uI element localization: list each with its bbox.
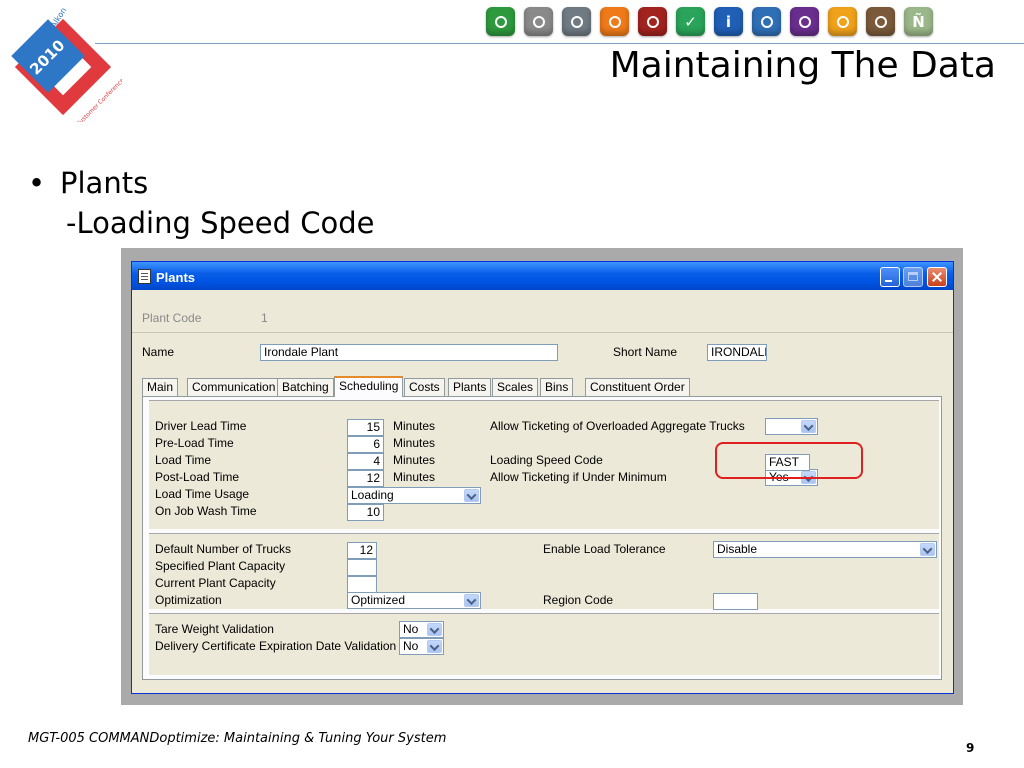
enable-load-tolerance-select[interactable]: Disable [713,541,937,558]
tare-weight-validation-label: Tare Weight Validation [155,622,274,636]
info-icon[interactable]: i [714,7,743,36]
header-rule [95,43,1024,44]
load-time-usage-value: Loading [351,488,394,502]
on-job-wash-time-label: On Job Wash Time [155,504,257,518]
region-code-label: Region Code [543,593,614,607]
window-title: Plants [156,270,196,285]
dispatch-icon[interactable] [752,7,781,36]
optimization-label: Optimization [155,593,222,607]
specified-capacity-field[interactable] [347,559,377,576]
tab-main[interactable]: Main [142,378,179,396]
load-minutes-label: Minutes [393,453,436,467]
globe-icon[interactable] [562,7,591,36]
tab-batching[interactable]: Batching [277,378,334,396]
chevron-down-icon[interactable] [464,489,479,502]
loading-speed-code-label: Loading Speed Code [490,453,603,467]
default-trucks-label: Default Number of Trucks [155,542,292,556]
post-load-time-label: Post-Load Time [155,470,240,484]
tab-plants[interactable]: Plants [448,378,492,396]
name-label: Name [142,345,175,359]
tab-communication[interactable]: Communication [187,378,281,396]
window-document-icon [138,269,151,284]
enable-load-tolerance-value: Disable [717,542,758,556]
scheduling-panel: Driver Lead Time Pre-Load Time Load Time… [142,396,942,680]
gears-icon[interactable] [638,7,667,36]
plant-code-value: 1 [261,311,268,325]
load-time-usage-label: Load Time Usage [155,487,250,501]
load-time-field[interactable]: 4 [347,453,384,470]
certificate-validation-label: Delivery Certificate Expiration Date Val… [155,639,397,653]
current-capacity-field[interactable] [347,576,377,593]
certificate-validation-value: No [403,639,419,653]
plant-code-label: Plant Code [142,311,202,325]
n-icon[interactable]: Ñ [904,7,933,36]
check-icon[interactable]: ✓ [676,7,705,36]
region-code-field[interactable] [713,593,758,610]
window-titlebar[interactable]: Plants [132,262,953,290]
close-button[interactable] [927,267,947,287]
short-name-label: Short Name [613,345,678,359]
chevron-down-icon[interactable] [427,640,442,653]
sub-bullet-text: -Loading Speed Code [66,206,375,240]
loading-speed-code-field[interactable]: FAST [765,454,810,471]
tare-weight-validation-value: No [403,622,419,636]
tab-bins[interactable]: Bins [540,378,574,396]
pre-load-minutes-label: Minutes [393,436,436,450]
chevron-down-icon[interactable] [427,623,442,636]
slide-title: Maintaining The Data [609,45,996,86]
grid-icon[interactable] [790,7,819,36]
optimization-value: Optimized [351,593,406,607]
document-icon[interactable] [828,7,857,36]
pre-load-time-field[interactable]: 6 [347,436,384,453]
conference-logo: 2010 Command Alkon Customer Conference [4,4,126,128]
flask-icon[interactable] [486,7,515,36]
pre-load-time-label: Pre-Load Time [155,436,234,450]
certificate-validation-select[interactable]: No [399,638,444,655]
bullet-dot: • [28,166,46,200]
tab-scales[interactable]: Scales [492,378,539,396]
allow-overloaded-label: Allow Ticketing of Overloaded Aggregate … [490,419,745,433]
chevron-down-icon[interactable] [464,594,479,607]
on-job-wash-time-field[interactable]: 10 [347,504,384,521]
driver-lead-minutes-label: Minutes [393,419,436,433]
app-icon-bar: ✓ i Ñ [486,7,933,36]
load-time-usage-select[interactable]: Loading [347,487,481,504]
bullet-item: • Plants [28,163,374,203]
validation-group: Tare Weight Validation Delivery Certific… [149,613,939,675]
plants-screenshot: Plants Plant Code 1 Name Irondale Plant … [121,248,963,705]
footer-text: MGT-005 COMMANDoptimize: Maintaining & T… [28,731,447,746]
current-capacity-label: Current Plant Capacity [155,576,276,590]
tab-scheduling[interactable]: Scheduling [334,376,404,397]
tab-costs[interactable]: Costs [404,378,445,396]
specified-capacity-label: Specified Plant Capacity [155,559,286,573]
driver-lead-time-field[interactable]: 15 [347,419,384,436]
bullet-list: • Plants -Loading Speed Code [28,163,374,243]
road-icon[interactable] [524,7,553,36]
chevron-down-icon[interactable] [801,420,816,433]
enable-load-tolerance-label: Enable Load Tolerance [543,542,666,556]
allow-overloaded-select[interactable] [765,418,818,435]
gift-icon[interactable] [600,7,629,36]
post-load-time-field[interactable]: 12 [347,470,384,487]
truck-icon[interactable] [866,7,895,36]
header-divider [132,332,953,333]
allow-under-minimum-label: Allow Ticketing if Under Minimum [490,470,667,484]
bullet-text: Plants [60,166,149,200]
post-load-minutes-label: Minutes [393,470,436,484]
short-name-field[interactable]: IRONDALE [707,344,767,361]
driver-lead-time-label: Driver Lead Time [155,419,247,433]
maximize-button[interactable] [903,267,923,287]
tab-constituent-order[interactable]: Constituent Order [585,378,690,396]
load-time-label: Load Time [155,453,212,467]
chevron-down-icon[interactable] [920,543,935,556]
name-field[interactable]: Irondale Plant [260,344,558,361]
tare-weight-validation-select[interactable]: No [399,621,444,638]
minimize-button[interactable] [880,267,900,287]
capacity-group: Default Number of Trucks Specified Plant… [149,533,939,610]
page-number: 9 [966,741,975,755]
optimization-select[interactable]: Optimized [347,592,481,609]
default-trucks-field[interactable]: 12 [347,542,377,559]
